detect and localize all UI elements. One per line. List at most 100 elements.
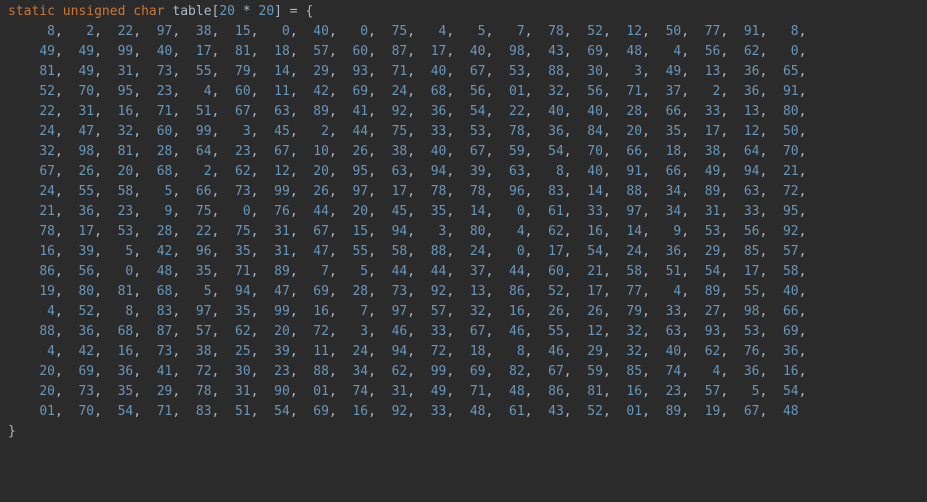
array-value: 59 xyxy=(587,364,603,379)
array-value: 69 xyxy=(313,284,329,299)
array-value: 69 xyxy=(78,364,94,379)
array-value: 4 xyxy=(39,304,55,319)
array-value: 62 xyxy=(548,224,564,239)
comma: , xyxy=(133,304,149,319)
array-value: 4 xyxy=(666,284,682,299)
array-value: 48 xyxy=(783,404,799,419)
comma: , xyxy=(212,44,228,59)
comma: , xyxy=(799,124,815,139)
array-value: 14 xyxy=(587,184,603,199)
comma: , xyxy=(133,164,149,179)
comma: , xyxy=(603,324,619,339)
comma: , xyxy=(760,264,776,279)
comma: , xyxy=(564,344,580,359)
array-value: 9 xyxy=(666,224,682,239)
comma: , xyxy=(720,124,736,139)
array-value: 44 xyxy=(509,264,525,279)
comma: , xyxy=(525,124,541,139)
comma: , xyxy=(94,404,110,419)
comma: , xyxy=(446,124,462,139)
comma: , xyxy=(564,124,580,139)
comma: , xyxy=(133,24,149,39)
array-row: 19, 80, 81, 68, 5, 94, 47, 69, 28, 73, 9… xyxy=(8,284,814,299)
array-value: 88 xyxy=(431,244,447,259)
comma: , xyxy=(486,404,502,419)
comma: , xyxy=(133,404,149,419)
comma: , xyxy=(251,304,267,319)
comma: , xyxy=(486,364,502,379)
array-value: 40 xyxy=(587,164,603,179)
array-value: 28 xyxy=(626,104,642,119)
array-value: 58 xyxy=(118,184,134,199)
array-value: 98 xyxy=(78,144,94,159)
comma: , xyxy=(172,204,188,219)
comma: , xyxy=(368,404,384,419)
comma: , xyxy=(799,24,815,39)
array-value: 99 xyxy=(431,364,447,379)
comma: , xyxy=(368,304,384,319)
comma: , xyxy=(172,104,188,119)
array-value: 89 xyxy=(313,104,329,119)
array-value: 85 xyxy=(744,244,760,259)
comma: , xyxy=(642,224,658,239)
comma: , xyxy=(55,344,71,359)
array-value: 67 xyxy=(313,224,329,239)
array-value: 61 xyxy=(509,404,525,419)
comma: , xyxy=(251,24,267,39)
comma: , xyxy=(172,184,188,199)
comma: , xyxy=(603,64,619,79)
array-value: 73 xyxy=(157,344,173,359)
array-value: 33 xyxy=(705,104,721,119)
array-value: 63 xyxy=(509,164,525,179)
array-value: 4 xyxy=(705,364,721,379)
comma: , xyxy=(799,384,815,399)
array-value: 99 xyxy=(118,44,134,59)
comma: , xyxy=(681,24,697,39)
array-value: 5 xyxy=(157,184,173,199)
comma: , xyxy=(642,124,658,139)
comma: , xyxy=(94,204,110,219)
array-value: 54 xyxy=(548,144,564,159)
comma: , xyxy=(681,144,697,159)
array-value: 83 xyxy=(196,404,212,419)
comma: , xyxy=(681,224,697,239)
comma: , xyxy=(720,364,736,379)
comma: , xyxy=(407,364,423,379)
comma: , xyxy=(603,364,619,379)
comma: , xyxy=(681,64,697,79)
array-value: 22 xyxy=(118,24,134,39)
comma: , xyxy=(486,324,502,339)
comma: , xyxy=(55,224,71,239)
array-value: 69 xyxy=(587,44,603,59)
array-row: 88, 36, 68, 87, 57, 62, 20, 72, 3, 46, 3… xyxy=(8,324,814,339)
array-value: 68 xyxy=(431,84,447,99)
array-value: 98 xyxy=(744,304,760,319)
comma: , xyxy=(486,164,502,179)
comma: , xyxy=(172,44,188,59)
array-value: 5 xyxy=(196,284,212,299)
array-value: 88 xyxy=(39,324,55,339)
array-row: 24, 47, 32, 60, 99, 3, 45, 2, 44, 75, 33… xyxy=(8,124,814,139)
array-value: 19 xyxy=(39,284,55,299)
array-value: 93 xyxy=(705,324,721,339)
array-value: 36 xyxy=(548,124,564,139)
array-value: 0 xyxy=(274,24,290,39)
comma: , xyxy=(525,84,541,99)
array-value: 59 xyxy=(509,144,525,159)
array-value: 31 xyxy=(392,384,408,399)
comma: , xyxy=(251,184,267,199)
array-row: 81, 49, 31, 73, 55, 79, 14, 29, 93, 71, … xyxy=(8,64,814,79)
comma: , xyxy=(55,24,71,39)
comma: , xyxy=(799,84,815,99)
comma: , xyxy=(525,244,541,259)
array-value: 96 xyxy=(196,244,212,259)
array-value: 74 xyxy=(352,384,368,399)
comma: , xyxy=(133,284,149,299)
array-value: 73 xyxy=(392,284,408,299)
comma: , xyxy=(760,364,776,379)
comma: , xyxy=(799,44,815,59)
array-value: 16 xyxy=(118,344,134,359)
comma: , xyxy=(799,284,815,299)
comma: , xyxy=(212,24,228,39)
array-value: 36 xyxy=(118,364,134,379)
